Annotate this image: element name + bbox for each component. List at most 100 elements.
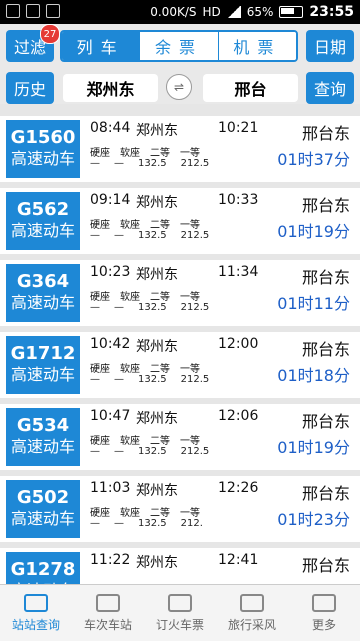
arrival-time: 12:41 <box>218 552 259 568</box>
tab-station-query[interactable]: 站站查询 <box>0 585 72 641</box>
arrival-station: 邢台东 <box>301 556 350 575</box>
departure-station: 郑州东 <box>136 555 178 571</box>
price: — <box>114 302 124 313</box>
bottom-tab-bar: 站站查询 车次车站 订火车票 旅行采风 更多 <box>0 584 360 641</box>
duration: 01时23分 <box>277 510 350 529</box>
tab-trains[interactable]: 列车 <box>62 32 140 60</box>
train-row[interactable]: G1712 高速动车 10:42 郑州东 12:00 邢台东 硬座 软座 二等 … <box>0 332 360 398</box>
seat-prices: — — 132.5 212.5 <box>90 302 209 313</box>
price: 212.5 <box>180 374 210 385</box>
train-code: G1560 <box>10 127 76 148</box>
duration: 01时11分 <box>277 294 350 313</box>
price: 212.5 <box>180 230 210 241</box>
train-badge: G364 高速动车 <box>6 264 80 322</box>
price: — <box>90 230 100 241</box>
swap-stations-button[interactable]: ⇌ <box>166 74 192 100</box>
train-code: G534 <box>16 415 70 436</box>
seat-prices: — — 132.5 212.5 <box>90 230 209 241</box>
departure-station: 郑州东 <box>136 339 178 355</box>
seat-label: 硬座 <box>90 436 110 447</box>
train-badge: G502 高速动车 <box>6 480 80 538</box>
departure-time: 09:14 <box>90 192 131 208</box>
train-list: G1560 高速动车 08:44 郑州东 10:21 邢台东 硬座 软座 二等 … <box>0 112 360 584</box>
to-station-field[interactable]: 邢台 <box>203 74 298 102</box>
from-station-field[interactable]: 郑州东 <box>63 74 158 102</box>
train-type: 高速动车 <box>10 365 75 384</box>
arrival-time: 12:00 <box>218 336 259 352</box>
seat-label: 硬座 <box>90 220 110 231</box>
arrival-time: 10:21 <box>218 120 259 136</box>
price: — <box>90 518 100 529</box>
train-row[interactable]: G562 高速动车 09:14 郑州东 10:33 邢台东 硬座 软座 二等 一… <box>0 188 360 254</box>
train-code: G562 <box>16 199 70 220</box>
train-row[interactable]: G1560 高速动车 08:44 郑州东 10:21 邢台东 硬座 软座 二等 … <box>0 116 360 182</box>
clock: 23:55 <box>309 4 354 20</box>
query-button[interactable]: 查询 <box>306 72 354 104</box>
price: — <box>90 158 100 169</box>
filter-button[interactable]: 过滤 27 <box>6 24 60 62</box>
duration: 01时19分 <box>277 222 350 241</box>
price: 212. <box>180 518 203 529</box>
train-row[interactable]: G1278 高速动车 11:22 郑州东 12:41 邢台东 <box>0 548 360 584</box>
seat-label: 一等 <box>180 508 200 519</box>
departure-station: 郑州东 <box>136 483 178 499</box>
seat-label: 软座 <box>120 220 140 231</box>
status-left <box>6 4 60 18</box>
train-row[interactable]: G534 高速动车 10:47 郑州东 12:06 邢台东 硬座 软座 二等 一… <box>0 404 360 470</box>
map-icon <box>46 4 60 18</box>
seat-label: 硬座 <box>90 508 110 519</box>
departure-time: 08:44 <box>90 120 131 136</box>
history-button[interactable]: 历史 <box>6 72 54 104</box>
price: — <box>114 158 124 169</box>
tab-label: 更多 <box>311 617 336 632</box>
seat-label: 软座 <box>120 292 140 303</box>
header: 过滤 27 列车 余票 机票 日期 历史 郑州东 ⇌ 邢台 查询 <box>0 24 360 104</box>
tab-travel-stories[interactable]: 旅行采风 <box>216 585 288 641</box>
seat-prices: — — 132.5 212.5 <box>90 158 209 169</box>
departure-station: 郑州东 <box>136 411 178 427</box>
train-code: G1278 <box>10 559 76 580</box>
price: — <box>114 374 124 385</box>
train-badge: G1712 高速动车 <box>6 336 80 394</box>
seat-label: 二等 <box>150 292 170 303</box>
train-code: G1712 <box>10 343 76 364</box>
seat-label: 一等 <box>180 292 200 303</box>
battery-icon <box>279 6 304 18</box>
tab-train-station[interactable]: 车次车站 <box>72 585 144 641</box>
duration: 01时19分 <box>277 438 350 457</box>
train-type: 高速动车 <box>10 149 75 168</box>
seat-label: 软座 <box>120 148 140 159</box>
train-row[interactable]: G502 高速动车 11:03 郑州东 12:26 邢台东 硬座 软座 二等 一… <box>0 476 360 542</box>
train-code: G502 <box>16 487 70 508</box>
train-badge: G1278 高速动车 <box>6 552 80 584</box>
train-row[interactable]: G364 高速动车 10:23 郑州东 11:34 邢台东 硬座 软座 二等 一… <box>0 260 360 326</box>
seat-label: 软座 <box>120 436 140 447</box>
tab-air-tickets[interactable]: 机票 <box>217 32 296 60</box>
tab-label: 订火车票 <box>155 617 204 632</box>
train-icon <box>24 593 48 612</box>
hd-label: HD <box>202 5 221 19</box>
seat-labels: 硬座 软座 二等 一等 <box>90 360 200 375</box>
tab-book-ticket[interactable]: 订火车票 <box>144 585 216 641</box>
train-code: G364 <box>16 271 70 292</box>
tab-more[interactable]: 更多 <box>288 585 360 641</box>
price: — <box>114 230 124 241</box>
arrival-time: 12:26 <box>218 480 259 496</box>
duration: 01时37分 <box>277 150 350 169</box>
tab-remaining-tickets[interactable]: 余票 <box>139 32 218 60</box>
departure-time: 11:03 <box>90 480 131 496</box>
train-type: 高速动车 <box>10 509 75 528</box>
date-button[interactable]: 日期 <box>306 30 354 62</box>
ticket-icon <box>168 593 192 612</box>
price: — <box>114 518 124 529</box>
seat-labels: 硬座 软座 二等 一等 <box>90 144 200 159</box>
battery-percent: 65% <box>246 5 274 19</box>
departure-time: 10:47 <box>90 408 131 424</box>
seat-prices: — — 132.5 212. <box>90 518 203 529</box>
train-type: 高速动车 <box>10 437 75 456</box>
seat-label: 二等 <box>150 220 170 231</box>
tab-label: 旅行采风 <box>227 617 276 632</box>
notification-icon <box>26 4 40 18</box>
seat-labels: 硬座 软座 二等 一等 <box>90 288 200 303</box>
arrival-station: 邢台东 <box>301 412 350 431</box>
